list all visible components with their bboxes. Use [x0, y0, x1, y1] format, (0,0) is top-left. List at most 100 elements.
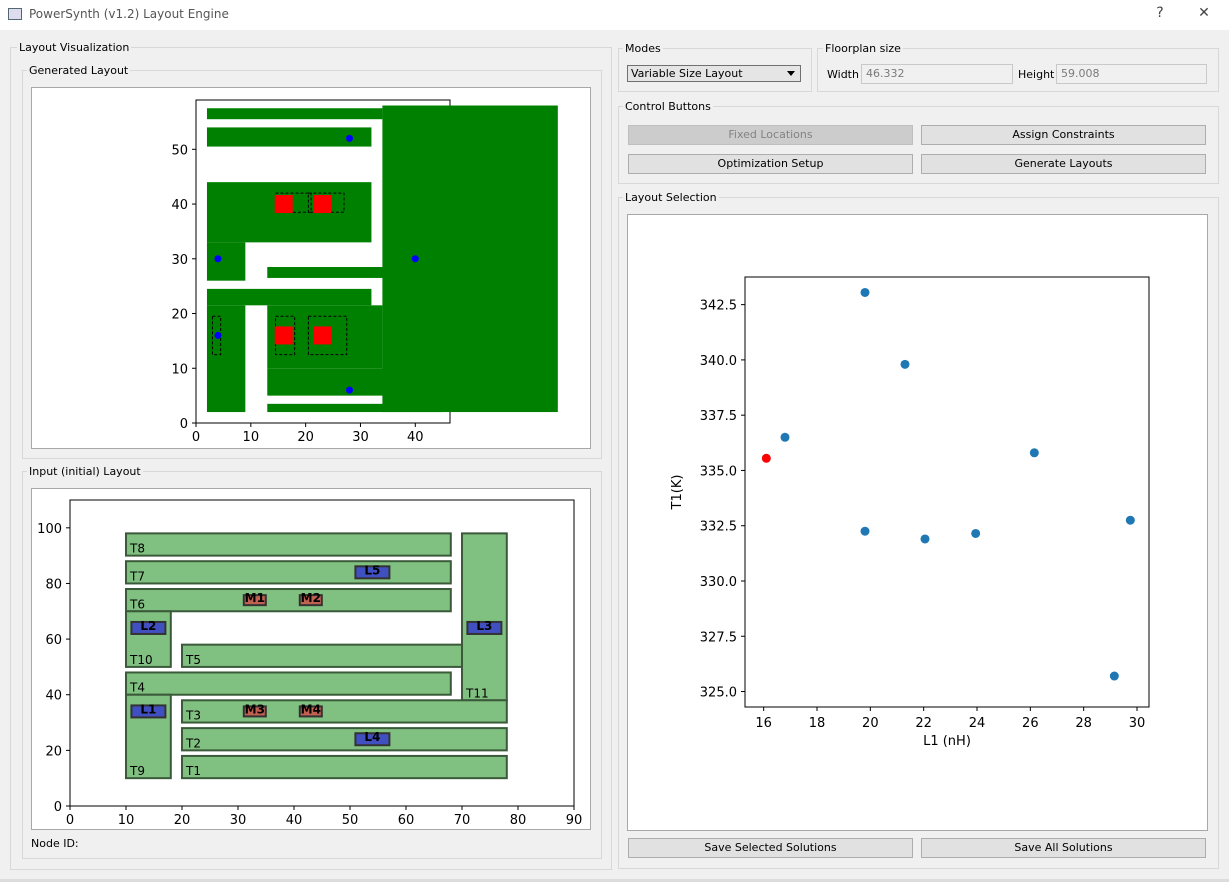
die-4: [313, 326, 332, 345]
generated-layout-canvas[interactable]: 0 10 20 30 40 0 10 20 30 40 50: [31, 87, 591, 449]
input-layout-label: Input (initial) Layout: [27, 465, 143, 478]
help-button[interactable]: ?: [1149, 5, 1171, 21]
y-tick-label: 30: [171, 253, 188, 268]
x-tick-label: 20: [174, 813, 191, 828]
generate-layouts-button[interactable]: Generate Layouts: [921, 154, 1206, 174]
y-tick-label: 342.5: [700, 299, 737, 314]
layout-visualization-label: Layout Visualization: [17, 41, 132, 54]
trace-label-t11: T11: [465, 686, 489, 700]
node-id-label: Node ID:: [31, 837, 79, 850]
y-tick-label: 337.5: [700, 409, 737, 424]
control-buttons-label: Control Buttons: [623, 100, 713, 113]
modes-label: Modes: [623, 42, 663, 55]
layout-selection-canvas[interactable]: 16 18 20 22 24 26 28 30 325.0 327.5 330.0 332.5 335.…: [627, 214, 1208, 831]
trace-6: [382, 105, 558, 413]
trace-t11: [461, 532, 508, 702]
part-label-m1: M1: [245, 591, 265, 605]
x-tick-label: 24: [969, 716, 986, 731]
width-field[interactable]: 46.332: [861, 64, 1013, 84]
y-tick-label: 327.5: [700, 630, 737, 645]
trace-label-t4: T4: [129, 681, 145, 695]
assign-constraints-button[interactable]: Assign Constraints: [921, 125, 1206, 145]
width-label: Width: [827, 68, 859, 81]
y-tick-label: 335.0: [700, 464, 737, 479]
lead-3: [411, 255, 419, 263]
y-tick-label: 60: [45, 633, 62, 648]
part-label-m4: M4: [301, 702, 321, 716]
save-all-button[interactable]: Save All Solutions: [921, 838, 1206, 858]
y-tick-label: 340.0: [700, 354, 737, 369]
trace-8: [206, 305, 246, 413]
part-label-m3: M3: [245, 702, 265, 716]
input-layout-plot: T8 T7 T6 T10 T5 T4 T11 T3 T2 T9 T1 M1 M2 M3 M4 L5 L2 L3 L1…: [37, 499, 582, 828]
trace-t6: [125, 588, 452, 613]
layout-selection-plot: 16 18 20 22 24 26 28 30 325.0 327.5 330.0 332.5 335.…: [670, 276, 1150, 749]
data-point: [920, 534, 930, 544]
close-button[interactable]: ✕: [1193, 5, 1215, 21]
trace-11: [267, 403, 443, 413]
die-3: [274, 326, 293, 345]
y-tick-label: 20: [171, 308, 188, 323]
lead-5: [346, 386, 354, 394]
data-point: [780, 432, 790, 442]
y-tick-label: 50: [171, 143, 188, 158]
height-field[interactable]: 59.008: [1056, 64, 1207, 84]
data-point: [1125, 515, 1135, 525]
trace-label-t8: T8: [129, 542, 145, 556]
trace-t5: [181, 643, 463, 668]
y-tick-label: 330.0: [700, 575, 737, 590]
trace-t3: [181, 699, 508, 724]
trace-label-t2: T2: [185, 736, 201, 750]
x-tick-label: 30: [1129, 716, 1146, 731]
x-tick-label: 0: [66, 813, 74, 828]
data-point: [971, 528, 981, 538]
y-axis-label: T1(K): [670, 475, 685, 511]
y-tick-label: 20: [45, 744, 62, 759]
data-point: [900, 359, 910, 369]
x-tick-label: 20: [862, 716, 879, 731]
x-tick-label: 30: [230, 813, 247, 828]
x-tick-label: 40: [286, 813, 303, 828]
x-tick-label: 40: [407, 430, 424, 445]
data-point: [860, 526, 870, 536]
trace-t7: [125, 560, 452, 585]
x-tick-label: 80: [510, 813, 527, 828]
trace-t8: [125, 532, 452, 557]
window-title: PowerSynth (v1.2) Layout Engine: [29, 7, 229, 21]
trace-t1: [181, 754, 508, 780]
y-tick-label: 332.5: [700, 520, 737, 535]
trace-label-t1: T1: [185, 764, 201, 778]
x-tick-label: 10: [243, 430, 260, 445]
trace-label-t9: T9: [129, 764, 145, 778]
save-selected-button[interactable]: Save Selected Solutions: [628, 838, 913, 858]
app-icon: [8, 8, 22, 20]
optimization-setup-button[interactable]: Optimization Setup: [628, 154, 913, 174]
mode-select-value: Variable Size Layout: [631, 67, 743, 80]
trace-7: [206, 288, 372, 306]
x-tick-label: 30: [352, 430, 369, 445]
trace-label-t7: T7: [129, 569, 145, 583]
input-layout-canvas[interactable]: T8 T7 T6 T10 T5 T4 T11 T3 T2 T9 T1 M1 M2 M3 M4 L5 L2 L3 L1…: [31, 488, 591, 830]
y-tick-label: 0: [180, 417, 188, 432]
x-tick-label: 60: [398, 813, 415, 828]
x-tick-label: 70: [454, 813, 471, 828]
trace-label-t10: T10: [129, 653, 153, 667]
trace-t4: [125, 671, 452, 696]
x-tick-label: 0: [192, 430, 200, 445]
generated-layout-plot: 0 10 20 30 40 0 10 20 30 40 50: [171, 99, 558, 445]
floorplan-label: Floorplan size: [823, 42, 903, 55]
trace-4: [206, 242, 246, 281]
y-tick-label: 325.0: [700, 686, 737, 701]
x-tick-label: 22: [915, 716, 932, 731]
x-tick-label: 50: [342, 813, 359, 828]
part-label-l2: L2: [140, 619, 156, 633]
x-tick-label: 18: [809, 716, 826, 731]
trace-label-t3: T3: [185, 709, 201, 723]
mode-select[interactable]: Variable Size Layout: [627, 65, 801, 82]
y-tick-label: 10: [171, 362, 188, 377]
fixed-locations-button[interactable]: Fixed Locations: [628, 125, 913, 145]
x-tick-label: 16: [755, 716, 772, 731]
part-label-m2: M2: [301, 591, 321, 605]
data-point: [1109, 671, 1119, 681]
trace-1: [206, 108, 383, 120]
